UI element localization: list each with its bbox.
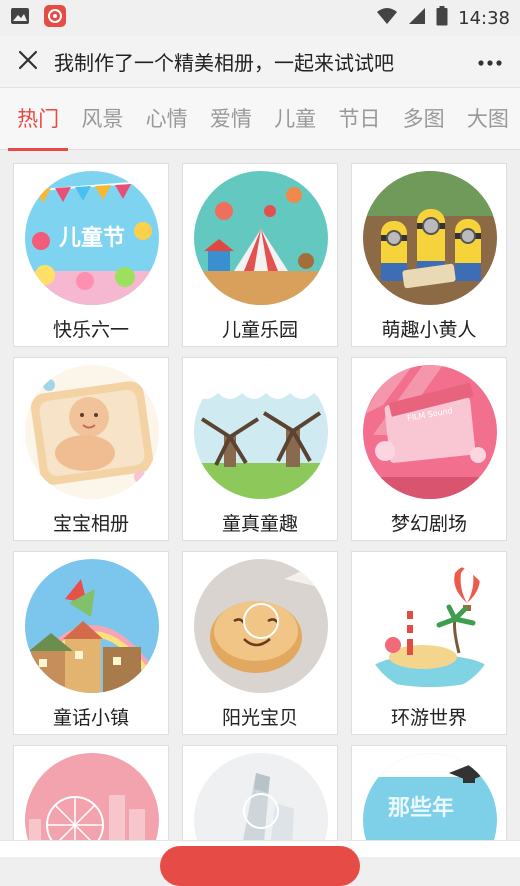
album-thumbnail	[194, 365, 328, 499]
album-card-sunshine-baby[interactable]: 阳光宝贝	[182, 551, 338, 735]
album-thumbnail	[194, 559, 328, 693]
album-thumbnail: 儿童节	[25, 171, 159, 305]
album-card-childlike-fun[interactable]: 童真童趣	[182, 357, 338, 541]
album-title: 宝宝相册	[52, 513, 129, 535]
thumb-text-children-day: 儿童节	[58, 225, 125, 251]
album-row: 儿童节 快乐六一 儿童乐园 萌趣小黄人	[13, 163, 507, 347]
album-card-baby-album[interactable]: 宝宝相册	[13, 357, 169, 541]
album-card-city[interactable]	[182, 745, 338, 840]
album-title: 快乐六一	[52, 319, 129, 341]
album-thumbnail: 那些年	[363, 753, 497, 840]
album-title: 童真童趣	[221, 513, 298, 535]
page-title: 我制作了一个精美相册，一起来试试吧	[54, 51, 394, 75]
album-card-kids-park[interactable]: 儿童乐园	[182, 163, 338, 347]
album-thumbnail	[194, 753, 328, 840]
wifi-icon	[376, 7, 398, 30]
album-thumbnail	[25, 559, 159, 693]
tab-multi-image[interactable]: 多图	[392, 88, 456, 150]
album-thumbnail: FILM Sound	[363, 365, 497, 499]
thumb-text-graduation: 那些年	[388, 795, 454, 821]
album-card-graduation[interactable]: 那些年	[351, 745, 507, 840]
album-row: 那些年	[13, 745, 507, 840]
close-icon	[17, 49, 39, 75]
image-icon	[10, 7, 30, 29]
battery-icon	[436, 5, 448, 31]
status-time: 14:38	[458, 7, 510, 29]
signal-icon	[408, 7, 426, 30]
album-card-happy-children-day[interactable]: 儿童节 快乐六一	[13, 163, 169, 347]
album-title: 童话小镇	[52, 707, 129, 729]
category-tabs: 热门 风景 心情 爱情 儿童 节日 多图 大图	[0, 88, 520, 151]
more-icon	[477, 52, 503, 71]
tab-large-image[interactable]: 大图	[456, 88, 520, 150]
create-album-button[interactable]	[160, 846, 360, 886]
tab-love[interactable]: 爱情	[199, 88, 263, 150]
album-row: 宝宝相册 童真童趣 FILM Sound 梦幻剧场	[13, 357, 507, 541]
album-row: 童话小镇 阳光宝贝 环游世界	[13, 551, 507, 735]
app-icon	[44, 5, 66, 31]
album-title: 萌趣小黄人	[381, 319, 477, 341]
album-card-fairy-town[interactable]: 童话小镇	[13, 551, 169, 735]
album-thumbnail	[363, 171, 497, 305]
album-title: 儿童乐园	[221, 319, 298, 341]
status-bar: 14:38	[0, 0, 520, 36]
album-thumbnail	[25, 365, 159, 499]
title-bar: 我制作了一个精美相册，一起来试试吧	[0, 36, 520, 88]
album-card-cute-minions[interactable]: 萌趣小黄人	[351, 163, 507, 347]
album-title: 环游世界	[390, 707, 467, 729]
more-button[interactable]	[474, 48, 506, 76]
album-card-dream-theater[interactable]: FILM Sound 梦幻剧场	[351, 357, 507, 541]
tab-children[interactable]: 儿童	[263, 88, 327, 150]
tab-scenery[interactable]: 风景	[70, 88, 134, 150]
album-thumbnail	[363, 559, 497, 693]
tab-hot[interactable]: 热门	[6, 88, 70, 151]
album-grid: 儿童节 快乐六一 儿童乐园 萌趣小黄人 宝宝相册 童真童趣 FILM Sound…	[0, 150, 520, 840]
tab-holiday[interactable]: 节日	[327, 88, 391, 150]
album-title: 梦幻剧场	[390, 513, 467, 535]
album-title: 阳光宝贝	[221, 707, 298, 729]
album-card-ferris-wheel[interactable]	[13, 745, 169, 840]
tab-mood[interactable]: 心情	[135, 88, 199, 150]
album-thumbnail	[25, 753, 159, 840]
album-thumbnail	[194, 171, 328, 305]
close-button[interactable]	[14, 48, 42, 76]
album-card-travel-world[interactable]: 环游世界	[351, 551, 507, 735]
